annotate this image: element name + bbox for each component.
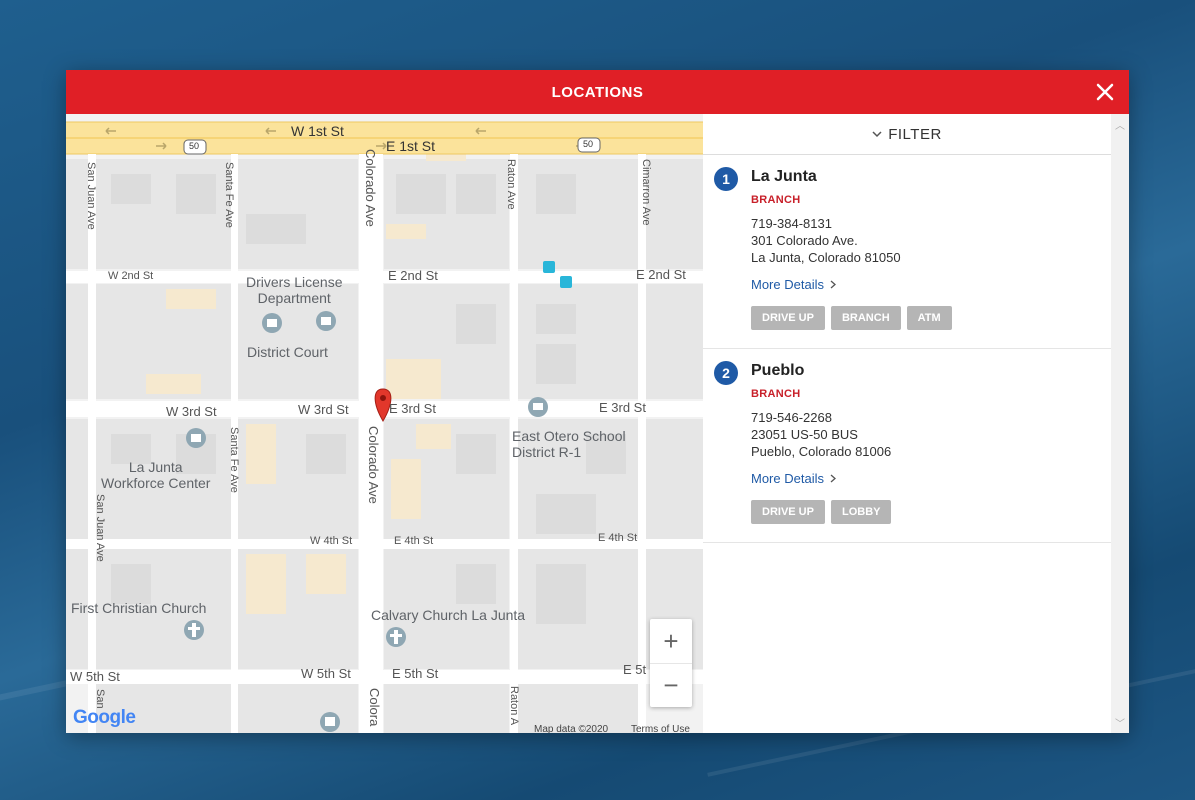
- street-label: W 4th St: [310, 535, 353, 547]
- service-tag: DRIVE UP: [751, 500, 825, 524]
- chevron-down-icon: [872, 131, 882, 138]
- street-label: E 5th St: [392, 666, 439, 681]
- street-label: E 3rd St: [389, 401, 436, 416]
- chevron-right-icon: [830, 474, 836, 483]
- location-address-line2: Pueblo, Colorado 81006: [751, 444, 892, 459]
- zoom-in-button[interactable]: +: [650, 619, 692, 663]
- poi-workforce-center[interactable]: La Junta Workforce Center: [101, 459, 210, 491]
- close-button[interactable]: [1093, 80, 1117, 104]
- street-label: E 1st St: [386, 138, 436, 154]
- close-icon: [1096, 83, 1114, 101]
- street-label: Colorado Ave: [366, 426, 381, 504]
- street-label: E 2nd St: [636, 267, 686, 282]
- zoom-out-button[interactable]: −: [650, 663, 692, 707]
- chevron-right-icon: [830, 280, 836, 289]
- location-address-line1: 301 Colorado Ave.: [751, 233, 858, 248]
- map-canvas: [66, 114, 703, 733]
- route-label: 50: [583, 139, 594, 149]
- service-tag: DRIVE UP: [751, 306, 825, 330]
- modal-header: LOCATIONS: [66, 70, 1129, 114]
- locations-modal: LOCATIONS W 1st St E 1st St 50 50 W 2nd …: [66, 70, 1129, 733]
- poi-drivers-license[interactable]: Drivers License Department: [246, 274, 342, 306]
- street-label: W 3rd St: [166, 404, 217, 419]
- location-name[interactable]: La Junta: [751, 168, 1111, 186]
- street-label: W 2nd St: [108, 270, 154, 282]
- service-tag: LOBBY: [830, 500, 892, 524]
- street-label: E 4th St: [394, 535, 434, 547]
- scroll-down-icon[interactable]: ﹀: [1115, 715, 1125, 730]
- street-label: San: [94, 689, 106, 709]
- service-tags: DRIVE UP LOBBY: [751, 500, 1111, 524]
- route-label: 50: [189, 141, 200, 151]
- street-label: Colora: [367, 688, 382, 727]
- modal-title: LOCATIONS: [551, 83, 644, 101]
- poi-east-otero-school[interactable]: East Otero School District R-1: [512, 428, 626, 460]
- location-phone[interactable]: 719-546-2268: [751, 409, 1111, 426]
- map-attribution: Map data ©2020: [534, 724, 609, 733]
- more-details-label: More Details: [751, 471, 824, 486]
- street-label: E 5t: [623, 662, 647, 677]
- location-name[interactable]: Pueblo: [751, 362, 1111, 380]
- street-label: E 3rd St: [599, 400, 646, 415]
- service-tag: BRANCH: [830, 306, 901, 330]
- google-logo: Google: [73, 707, 136, 728]
- filter-toggle[interactable]: FILTER: [703, 114, 1111, 155]
- street-label: W 5th St: [301, 666, 351, 681]
- zoom-control: + −: [650, 619, 692, 707]
- street-label: Cimarron Ave: [640, 159, 652, 226]
- street-label: Santa Fe Ave: [223, 162, 235, 228]
- poi-district-court[interactable]: District Court: [247, 344, 328, 360]
- street-label: W 5th St: [70, 669, 120, 684]
- location-address-line1: 23051 US-50 BUS: [751, 427, 858, 442]
- map[interactable]: W 1st St E 1st St 50 50 W 2nd St E 2nd S…: [66, 114, 703, 733]
- location-phone[interactable]: 719-384-8131: [751, 215, 1111, 232]
- location-type: BRANCH: [751, 388, 801, 400]
- poi-first-christian-church[interactable]: First Christian Church: [71, 600, 206, 616]
- location-item[interactable]: 1 La Junta BRANCH 719-384-8131 301 Color…: [703, 155, 1111, 349]
- location-item[interactable]: 2 Pueblo BRANCH 719-546-2268 23051 US-50…: [703, 349, 1111, 543]
- street-label: San Juan Ave: [94, 494, 106, 562]
- locations-panel: FILTER 1 La Junta BRANCH 719-384-8131 30…: [703, 114, 1129, 733]
- terms-link[interactable]: Terms of Use: [631, 724, 690, 733]
- location-address-line2: La Junta, Colorado 81050: [751, 250, 901, 265]
- street-label: W 1st St: [291, 123, 344, 139]
- poi-calvary-church[interactable]: Calvary Church La Junta: [371, 607, 525, 623]
- street-label: Raton A: [508, 686, 520, 726]
- location-number-badge: 2: [714, 361, 738, 385]
- location-number-badge: 1: [714, 167, 738, 191]
- more-details-label: More Details: [751, 277, 824, 292]
- street-label: E 4th St: [598, 532, 638, 544]
- street-label: Colorado Ave: [363, 149, 378, 227]
- street-label: W 3rd St: [298, 402, 349, 417]
- street-label: San Juan Ave: [85, 162, 97, 230]
- filter-label: FILTER: [888, 125, 942, 143]
- street-label: Santa Fe Ave: [228, 427, 240, 493]
- street-label: E 2nd St: [388, 268, 438, 283]
- service-tag: ATM: [906, 306, 952, 330]
- service-tags: DRIVE UP BRANCH ATM: [751, 306, 1111, 330]
- street-label: Raton Ave: [505, 159, 517, 210]
- panel-scrollbar[interactable]: ︿ ﹀: [1111, 114, 1129, 733]
- more-details-link[interactable]: More Details: [751, 471, 836, 486]
- location-type: BRANCH: [751, 194, 801, 206]
- more-details-link[interactable]: More Details: [751, 277, 836, 292]
- scroll-up-icon[interactable]: ︿: [1115, 117, 1125, 132]
